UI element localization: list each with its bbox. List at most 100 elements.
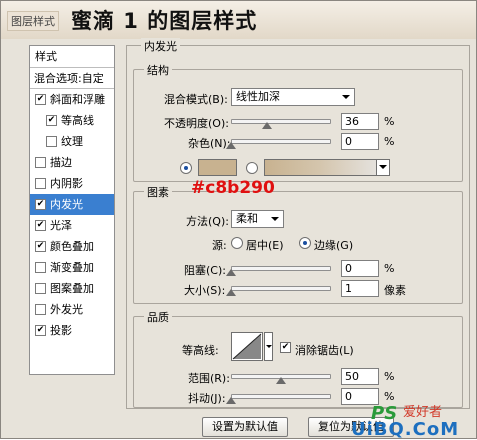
style-item-label: 光泽 [50,219,72,232]
style-item[interactable]: 图案叠加 [30,278,114,299]
opacity-percent: % [384,115,395,128]
chevron-down-icon[interactable] [376,160,389,175]
noise-label: 杂色(N): [188,137,231,150]
size-input[interactable]: 1 [341,280,379,297]
elements-group: 图素 方法(Q): 柔和 源: 居中(E) 边缘(G) 阻塞(C): 0 % 大… [133,184,463,304]
style-item-label: 纹理 [61,135,83,148]
jitter-slider-thumb[interactable] [226,397,236,404]
source-edge-label[interactable]: 边缘(G) [314,237,353,253]
source-edge-radio[interactable] [299,237,311,249]
source-center-radio[interactable] [231,237,243,249]
style-item[interactable]: ✔ 投影 [30,320,114,341]
dialog-heading: 蜜滴 1 的图层样式 [71,9,258,33]
style-item[interactable]: 外发光 [30,299,114,320]
style-item[interactable]: 描边 [30,152,114,173]
choke-slider-thumb[interactable] [226,269,236,276]
style-item[interactable]: ✔ 颜色叠加 [30,236,114,257]
size-slider-thumb[interactable] [226,289,237,296]
method-label: 方法(Q): [186,215,229,228]
noise-slider-thumb[interactable] [226,142,236,149]
set-default-button[interactable]: 设置为默认值 [202,417,288,437]
style-item-checkbox[interactable] [35,178,46,189]
style-item-label: 描边 [50,156,72,169]
structure-title: 结构 [144,62,172,78]
contour-label: 等高线: [182,344,219,357]
quality-group: 品质 等高线: ✔ 消除锯齿(L) 范围(R): 50 % 抖动(J): 0 % [133,309,463,408]
styles-list: 样式 混合选项:自定 ✔ 斜面和浮雕 ✔ 等高线 纹理 描边 内阴影 ✔ 内发光 ✔ 光泽 ✔ 颜色叠加… [29,45,115,375]
title-bar: 图层样式 蜜滴 1 的图层样式 [1,1,476,39]
style-item-label: 内发光 [50,198,83,211]
style-item[interactable]: ✔ 等高线 [30,110,114,131]
layer-style-dialog: 图层样式 蜜滴 1 的图层样式 样式 混合选项:自定 ✔ 斜面和浮雕 ✔ 等高线 纹理描… [0,0,477,440]
range-label: 范围(R): [188,372,230,385]
glow-gradient-picker[interactable] [264,159,390,176]
style-item-checkbox[interactable]: ✔ [35,220,46,231]
style-item[interactable]: ✔ 斜面和浮雕 [30,89,114,110]
elements-title: 图素 [144,184,172,200]
method-value: 柔和 [236,212,258,225]
contour-linear-icon [232,333,262,360]
size-label: 大小(S): [184,284,226,297]
noise-slider[interactable] [231,139,331,144]
blend-mode-label: 混合模式(B): [164,93,228,106]
antialias-checkbox[interactable]: ✔ [280,342,291,353]
jitter-slider[interactable] [231,394,331,399]
style-item-checkbox[interactable]: ✔ [35,325,46,336]
style-item-label: 颜色叠加 [50,240,94,253]
method-select[interactable]: 柔和 [231,210,284,228]
style-item[interactable]: 内阴影 [30,173,114,194]
choke-slider[interactable] [231,266,331,271]
solid-color-radio[interactable] [180,162,192,174]
range-slider-thumb[interactable] [276,377,286,384]
styles-header[interactable]: 样式 [30,46,114,68]
size-slider[interactable] [231,286,331,291]
glow-color-swatch[interactable] [198,159,237,176]
source-label: 源: [212,239,227,252]
blend-options-item[interactable]: 混合选项:自定 [30,68,114,89]
antialias-label[interactable]: 消除锯齿(L) [295,342,354,358]
style-item[interactable]: ✔ 光泽 [30,215,114,236]
style-item-label: 等高线 [61,114,94,127]
style-item-checkbox[interactable]: ✔ [35,199,46,210]
style-item-checkbox[interactable] [35,262,46,273]
opacity-input[interactable]: 36 [341,113,379,130]
choke-label: 阻塞(C): [184,264,226,277]
style-item-label: 内阴影 [50,177,83,190]
range-input[interactable]: 50 [341,368,379,385]
jitter-label: 抖动(J): [188,392,226,405]
style-item-checkbox[interactable]: ✔ [35,94,46,105]
opacity-slider[interactable] [231,119,331,124]
noise-percent: % [384,135,395,148]
chevron-down-icon [266,345,272,348]
style-item-checkbox[interactable] [46,136,57,147]
choke-input[interactable]: 0 [341,260,379,277]
jitter-percent: % [384,390,395,403]
style-item-checkbox[interactable]: ✔ [46,115,57,126]
style-item-checkbox[interactable] [35,304,46,315]
chevron-down-icon [271,217,279,221]
chevron-down-icon [342,95,350,99]
source-center-label[interactable]: 居中(E) [246,237,284,253]
style-item-label: 渐变叠加 [50,261,94,274]
style-item-checkbox[interactable] [35,157,46,168]
color-hex-annotation: #c8b290 [191,178,275,198]
watermark-site-cn: 爱好者 [403,405,443,420]
style-item[interactable]: 纹理 [30,131,114,152]
style-item-checkbox[interactable] [35,283,46,294]
blend-mode-select[interactable]: 线性加深 [231,88,355,106]
inner-glow-panel: 内发光 结构 混合模式(B): 线性加深 不透明度(O): 36 % 杂色(N)… [126,38,470,409]
opacity-slider-thumb[interactable] [262,122,272,129]
quality-title: 品质 [144,309,172,325]
range-percent: % [384,370,395,383]
structure-group: 结构 混合模式(B): 线性加深 不透明度(O): 36 % 杂色(N): 0 … [133,62,463,182]
style-item-label: 投影 [50,324,72,337]
contour-dropdown[interactable] [264,332,273,361]
gradient-radio[interactable] [246,162,258,174]
style-item-checkbox[interactable]: ✔ [35,241,46,252]
contour-picker[interactable] [231,332,263,361]
style-item[interactable]: ✔ 内发光 [30,194,114,215]
noise-input[interactable]: 0 [341,133,379,150]
style-item[interactable]: 渐变叠加 [30,257,114,278]
panel-title: 内发光 [141,38,180,54]
size-unit: 像素 [384,284,406,297]
